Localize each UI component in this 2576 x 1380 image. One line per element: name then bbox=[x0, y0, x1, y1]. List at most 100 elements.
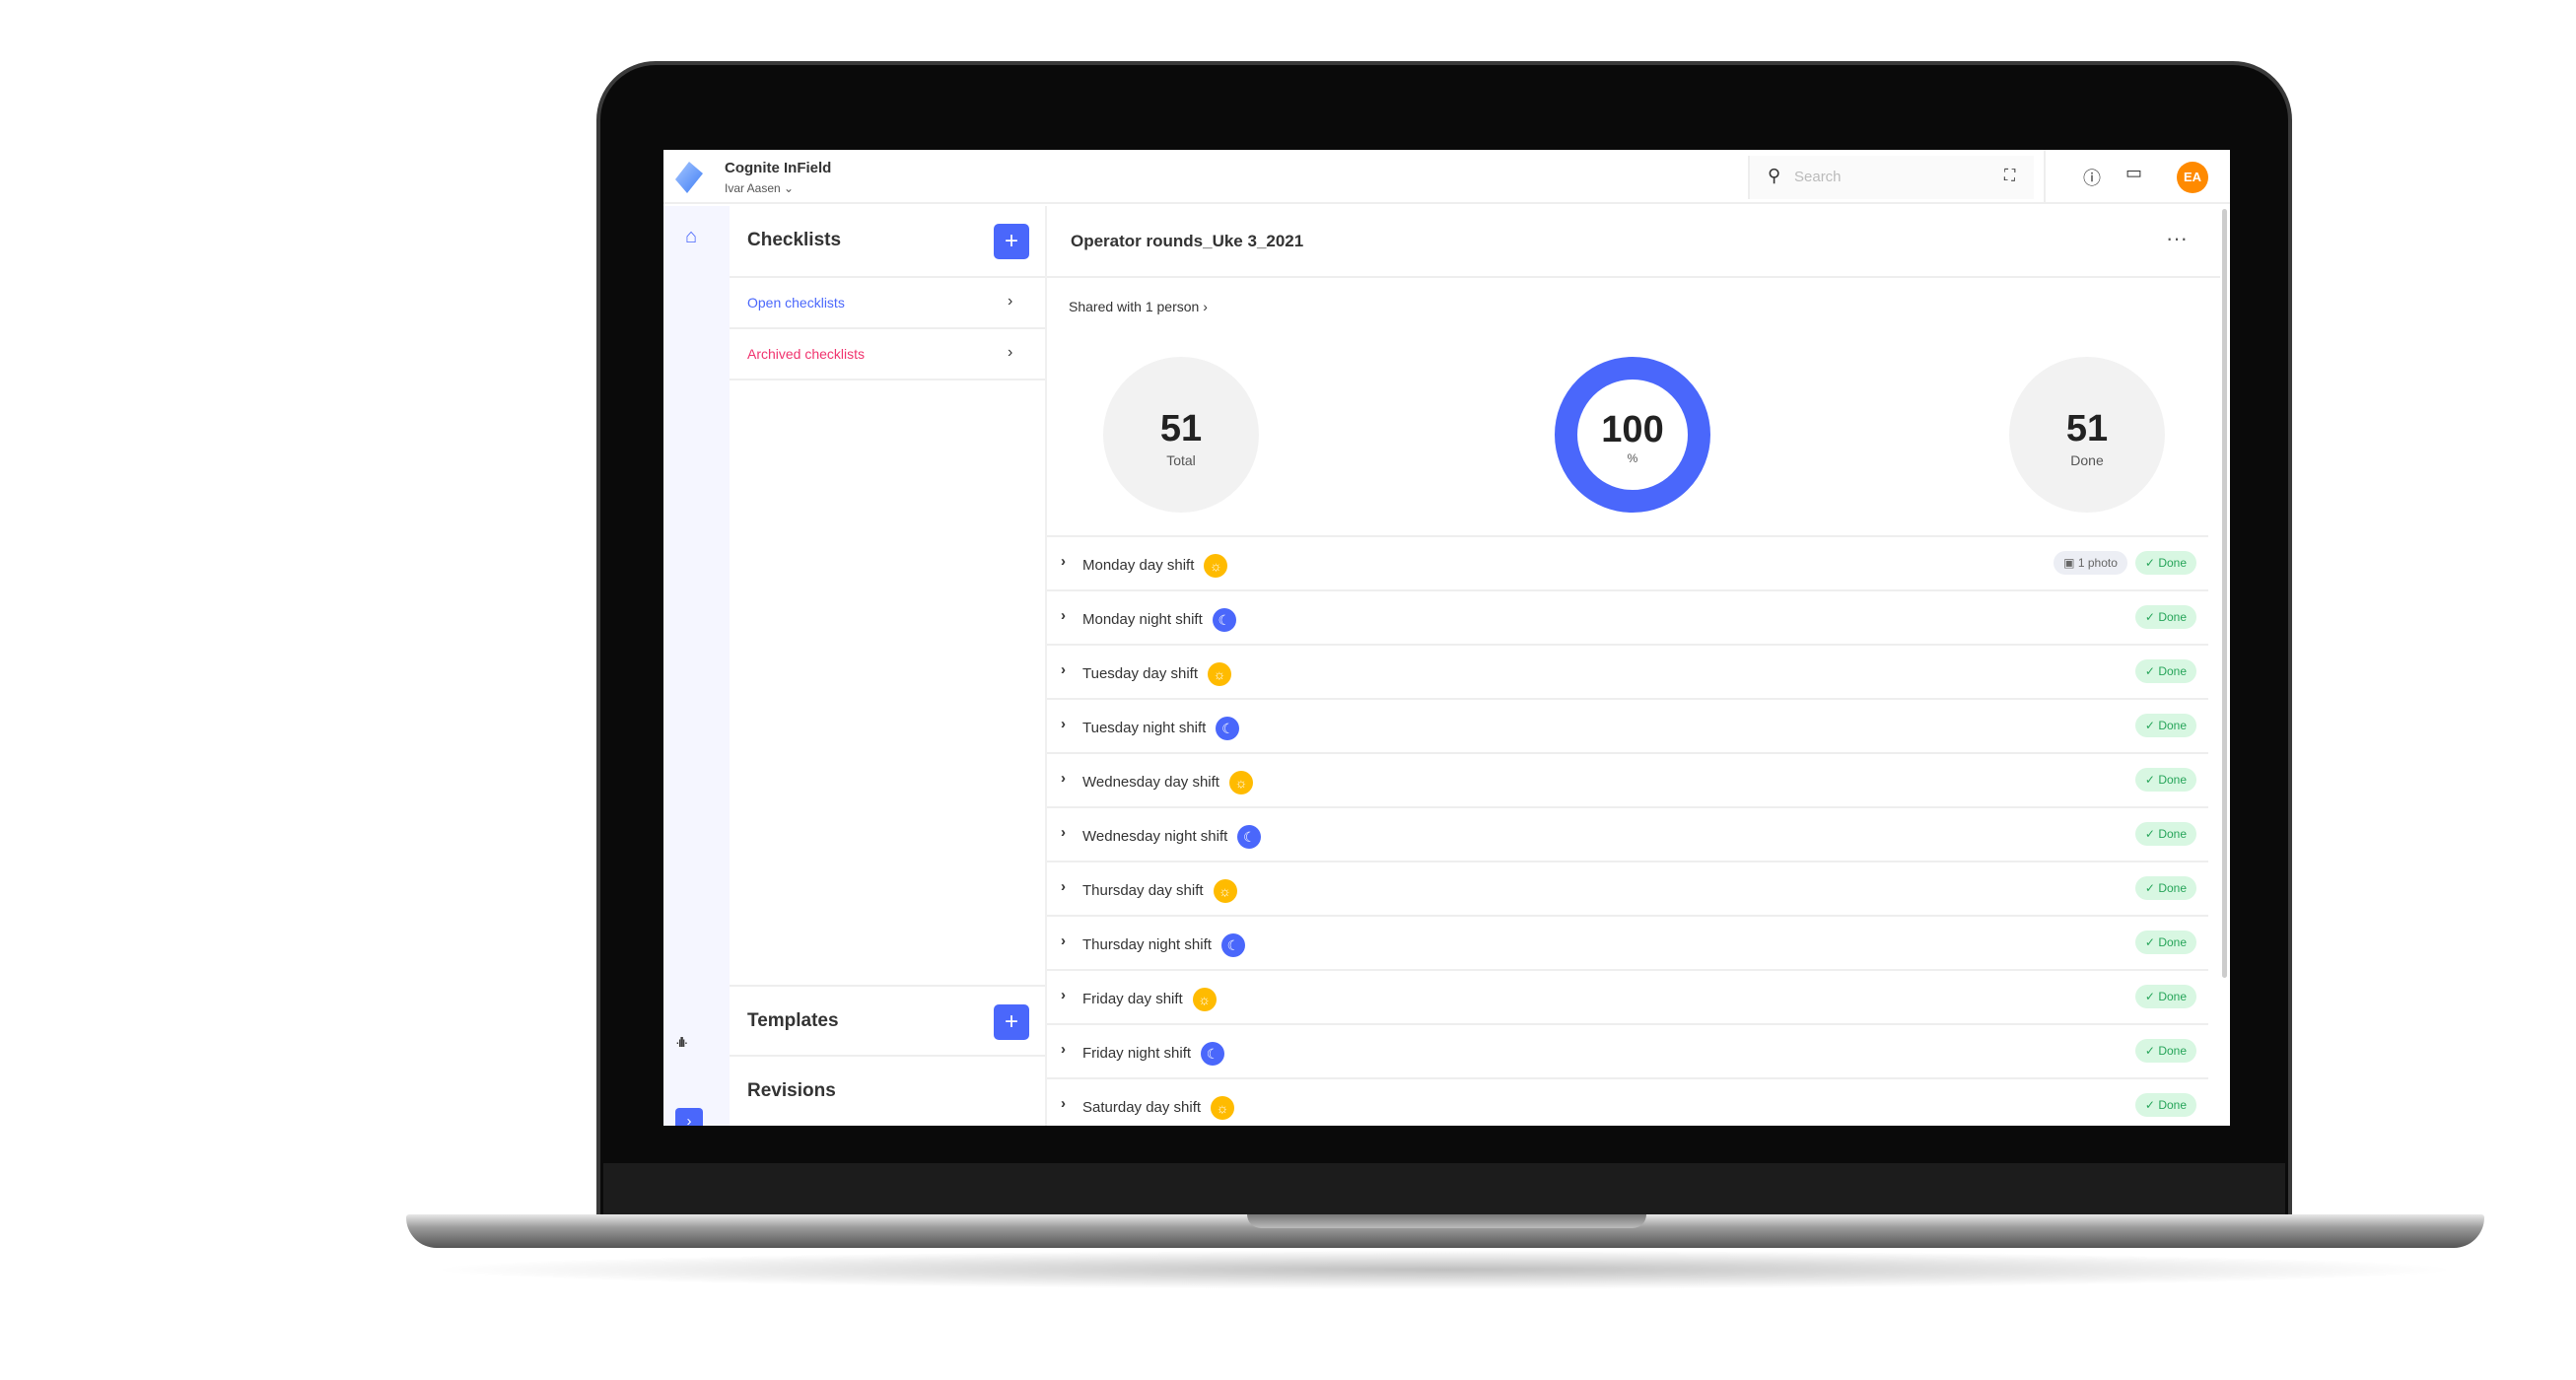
chevron-right-icon[interactable]: › bbox=[1061, 607, 1066, 624]
chevron-down-icon: ⌄ bbox=[784, 181, 795, 195]
total-count: 51 bbox=[1159, 408, 1203, 449]
chevron-right-icon: › bbox=[1008, 293, 1013, 310]
add-checklist-button[interactable]: + bbox=[994, 224, 1029, 259]
check-icon: ✓ bbox=[2144, 556, 2155, 570]
shift-name: Tuesday night shift bbox=[1082, 719, 1207, 736]
shift-row[interactable]: › Wednesday night shift ☾ ✓ Done bbox=[1047, 808, 2208, 862]
row-badges: ▣ 1 photo ✓ Done bbox=[2054, 551, 2196, 575]
search-input[interactable]: Search bbox=[1794, 169, 1842, 185]
shared-with-link[interactable]: Shared with 1 person › bbox=[1069, 299, 1208, 314]
row-badges: ✓ Done bbox=[2134, 931, 2196, 954]
archived-checklists-link[interactable]: Archived checklists › bbox=[730, 329, 1045, 380]
app-title: Cognite InField bbox=[725, 160, 832, 176]
shift-row[interactable]: › Tuesday night shift ☾ ✓ Done bbox=[1047, 700, 2208, 754]
shift-row[interactable]: › Thursday night shift ☾ ✓ Done bbox=[1047, 917, 2208, 971]
chat-icon[interactable]: ▭ bbox=[2125, 163, 2142, 183]
status-badge: ✓ Done bbox=[2134, 1039, 2196, 1063]
chevron-right-icon: › bbox=[1203, 299, 1208, 314]
user-name: Ivar Aasen bbox=[725, 181, 781, 195]
shift-row[interactable]: › Monday night shift ☾ ✓ Done bbox=[1047, 591, 2208, 646]
avatar[interactable]: EA bbox=[2177, 162, 2208, 193]
chevron-right-icon[interactable]: › bbox=[1061, 1041, 1066, 1058]
shift-name-wrap: Wednesday day shift ☼ bbox=[1082, 771, 1253, 794]
checklist-title-bar: Operator rounds_Uke 3_2021 ··· bbox=[1047, 206, 2220, 278]
shift-name: Monday night shift bbox=[1082, 610, 1203, 628]
progress-donut: 100 % bbox=[1555, 357, 1710, 513]
status-label: Done bbox=[2158, 827, 2187, 841]
app-screen: Cognite InField Ivar Aasen ⌄ ⚲ Search ⛶ … bbox=[663, 150, 2230, 1126]
chevron-right-icon[interactable]: › bbox=[1061, 878, 1066, 895]
status-badge: ✓ Done bbox=[2134, 659, 2196, 683]
row-badges: ✓ Done bbox=[2134, 822, 2196, 846]
chevron-right-icon[interactable]: › bbox=[1061, 932, 1066, 949]
percent-label: % bbox=[1627, 451, 1638, 465]
chevron-right-icon[interactable]: › bbox=[1061, 553, 1066, 570]
shift-row[interactable]: › Saturday day shift ☼ ✓ Done bbox=[1047, 1079, 2208, 1126]
cognite-logo-icon bbox=[675, 162, 703, 193]
shift-row[interactable]: › Friday night shift ☾ ✓ Done bbox=[1047, 1025, 2208, 1079]
shift-name: Saturday day shift bbox=[1082, 1098, 1202, 1116]
done-count: 51 bbox=[2065, 408, 2109, 449]
check-icon: ✓ bbox=[2144, 773, 2155, 787]
shift-name-wrap: Tuesday day shift ☼ bbox=[1082, 662, 1232, 686]
status-badge: ✓ Done bbox=[2134, 931, 2196, 954]
shift-name-wrap: Saturday day shift ☼ bbox=[1082, 1096, 1235, 1120]
help-icon[interactable]: ⓘ bbox=[2083, 165, 2101, 190]
check-icon: ✓ bbox=[2144, 881, 2155, 895]
shift-row[interactable]: › Thursday day shift ☼ ✓ Done bbox=[1047, 862, 2208, 917]
left-rail: ⌂ ·ıllı· › bbox=[663, 206, 730, 1126]
status-label: Done bbox=[2158, 556, 2187, 570]
open-checklists-link[interactable]: Open checklists › bbox=[730, 278, 1045, 329]
checklist-title: Operator rounds_Uke 3_2021 bbox=[1071, 232, 1304, 250]
divider bbox=[2044, 150, 2046, 204]
chevron-right-icon[interactable]: › bbox=[1061, 661, 1066, 678]
templates-header[interactable]: Templates + bbox=[730, 985, 1045, 1057]
home-icon[interactable]: ⌂ bbox=[685, 226, 697, 248]
photo-badge[interactable]: ▣ 1 photo bbox=[2054, 551, 2127, 575]
status-label: Done bbox=[2158, 881, 2187, 895]
scrollbar[interactable] bbox=[2222, 209, 2227, 978]
cognite-wave-icon: ·ıllı· bbox=[675, 1034, 688, 1050]
chevron-right-icon[interactable]: › bbox=[1061, 770, 1066, 787]
archived-checklists-label: Archived checklists bbox=[747, 346, 866, 362]
row-badges: ✓ Done bbox=[2134, 1093, 2196, 1117]
scan-icon[interactable]: ⛶ bbox=[2004, 168, 2015, 185]
shift-row[interactable]: › Monday day shift ☼ ▣ 1 photo ✓ Done bbox=[1047, 537, 2208, 591]
chevron-right-icon[interactable]: › bbox=[1061, 824, 1066, 841]
chevron-right-icon[interactable]: › bbox=[1061, 987, 1066, 1003]
chevron-right-icon[interactable]: › bbox=[1061, 716, 1066, 732]
status-badge: ✓ Done bbox=[2134, 876, 2196, 900]
search-icon: ⚲ bbox=[1768, 166, 1781, 185]
progress-percent: 100 bbox=[1601, 409, 1664, 450]
shift-name: Monday day shift bbox=[1082, 556, 1195, 574]
search-bar[interactable]: ⚲ Search ⛶ bbox=[1748, 156, 2034, 199]
expand-sidebar-button[interactable]: › bbox=[675, 1108, 703, 1126]
shift-name-wrap: Thursday night shift ☾ bbox=[1082, 933, 1245, 957]
checklists-header: Checklists + bbox=[730, 206, 1045, 278]
shift-name: Friday day shift bbox=[1082, 990, 1183, 1007]
shift-row[interactable]: › Wednesday day shift ☼ ✓ Done bbox=[1047, 754, 2208, 808]
status-label: Done bbox=[2158, 610, 2187, 624]
open-checklists-label: Open checklists bbox=[747, 295, 845, 310]
shift-name: Thursday night shift bbox=[1082, 935, 1212, 953]
status-badge: ✓ Done bbox=[2134, 985, 2196, 1008]
checklists-panel: Checklists + Open checklists › Archived … bbox=[730, 206, 1047, 1126]
shift-name-wrap: Friday day shift ☼ bbox=[1082, 988, 1217, 1011]
shift-name-wrap: Wednesday night shift ☾ bbox=[1082, 825, 1262, 849]
more-options-icon[interactable]: ··· bbox=[2166, 226, 2188, 251]
shift-row[interactable]: › Tuesday day shift ☼ ✓ Done bbox=[1047, 646, 2208, 700]
status-label: Done bbox=[2158, 990, 2187, 1003]
user-switcher[interactable]: Ivar Aasen ⌄ bbox=[725, 181, 794, 195]
revisions-header[interactable]: Revisions bbox=[730, 1057, 1045, 1126]
chevron-right-icon[interactable]: › bbox=[1061, 1095, 1066, 1112]
photo-count: 1 photo bbox=[2077, 556, 2118, 570]
sun-icon: ☼ bbox=[1211, 1096, 1235, 1120]
check-icon: ✓ bbox=[2144, 935, 2155, 949]
laptop-shadow bbox=[424, 1250, 2465, 1289]
top-bar: Cognite InField Ivar Aasen ⌄ ⚲ Search ⛶ … bbox=[663, 150, 2230, 204]
total-stat: 51 Total bbox=[1103, 357, 1259, 513]
add-template-button[interactable]: + bbox=[994, 1004, 1029, 1040]
shift-name-wrap: Monday night shift ☾ bbox=[1082, 608, 1236, 632]
shift-row[interactable]: › Friday day shift ☼ ✓ Done bbox=[1047, 971, 2208, 1025]
shift-name-wrap: Monday day shift ☼ bbox=[1082, 554, 1228, 578]
